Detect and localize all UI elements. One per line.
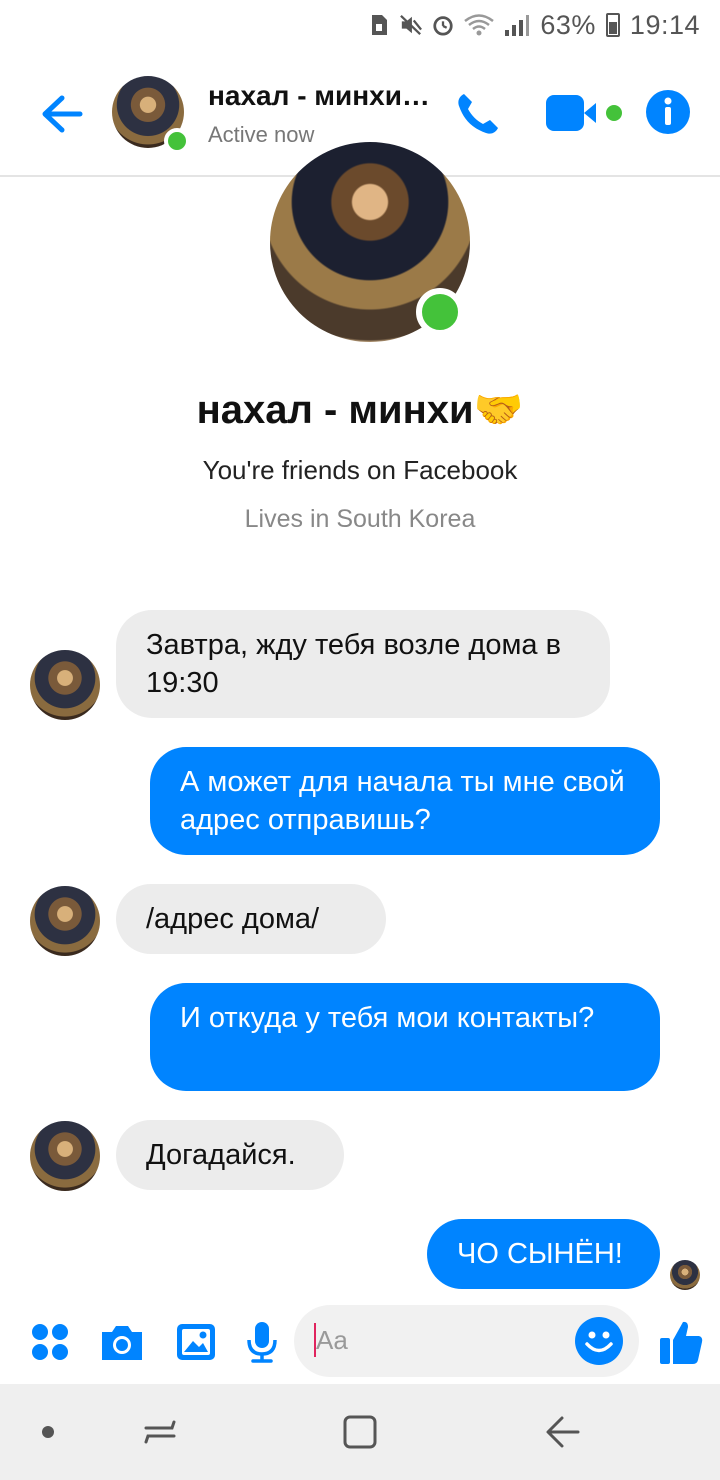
sender-avatar[interactable]	[30, 886, 100, 956]
profile-name: нахал - минхи🤝	[196, 388, 524, 432]
gallery-button[interactable]	[170, 1314, 222, 1370]
message-input[interactable]: Aa	[294, 1305, 639, 1377]
seen-receipt-avatar	[670, 1260, 700, 1290]
location-text: Lives in South Korea	[244, 505, 476, 533]
alarm-icon	[432, 14, 454, 36]
incoming-message[interactable]: /адрес дома/	[116, 884, 386, 954]
video-call-button[interactable]	[544, 90, 626, 136]
home-icon	[343, 1415, 377, 1449]
like-button[interactable]	[654, 1314, 708, 1370]
profile-avatar[interactable]	[270, 142, 470, 342]
incoming-message[interactable]: Догадайся.	[116, 1120, 344, 1190]
outgoing-message[interactable]: А может для начала ты мне свой адрес отп…	[150, 747, 660, 855]
home-button[interactable]	[336, 1408, 384, 1456]
avatar-image	[670, 1260, 700, 1290]
emoji-button[interactable]	[575, 1317, 623, 1365]
battery-icon	[605, 13, 620, 37]
profile-online-indicator	[416, 288, 464, 336]
battery-percent: 63%	[540, 9, 596, 40]
status-bar: 63% 19:14	[0, 0, 720, 50]
clock: 19:14	[629, 9, 700, 40]
info-button[interactable]	[644, 88, 692, 136]
back-button[interactable]	[34, 86, 90, 142]
message-placeholder: Aa	[316, 1325, 348, 1355]
nav-dot-button[interactable]	[24, 1408, 72, 1456]
active-status: Active now	[208, 122, 315, 147]
emoji-icon	[585, 1331, 613, 1353]
online-indicator	[164, 128, 190, 154]
camera-icon	[102, 1326, 142, 1360]
contact-name[interactable]: нахал - минхи…	[208, 80, 448, 112]
camera-button[interactable]	[96, 1314, 148, 1370]
avatar-image	[30, 886, 100, 956]
video-camera-icon	[546, 95, 622, 131]
signal-icon	[504, 14, 530, 36]
avatar-image	[30, 650, 100, 720]
gallery-icon	[177, 1324, 215, 1360]
contact-avatar[interactable]	[112, 76, 190, 154]
system-back-button[interactable]	[538, 1408, 586, 1456]
sim-icon	[368, 14, 390, 36]
apps-icon	[32, 1324, 68, 1360]
thumbs-up-icon	[660, 1321, 703, 1364]
outgoing-message[interactable]: ЧО СЫНЁН!	[427, 1219, 660, 1289]
phone-icon	[458, 94, 498, 134]
back-icon	[546, 1416, 580, 1448]
voice-call-button[interactable]	[450, 86, 506, 142]
sender-avatar[interactable]	[30, 1121, 100, 1191]
back-arrow-icon	[42, 95, 83, 133]
recents-button[interactable]	[136, 1408, 184, 1456]
friends-status: You're friends on Facebook	[202, 455, 518, 485]
sender-avatar[interactable]	[30, 650, 100, 720]
outgoing-message[interactable]: И откуда у тебя мои контакты?	[150, 983, 660, 1091]
wifi-icon	[464, 14, 495, 36]
incoming-message[interactable]: Завтра, жду тебя возле дома в 19:30	[116, 610, 610, 718]
voice-message-button[interactable]	[236, 1314, 288, 1370]
microphone-icon	[247, 1322, 277, 1363]
message-composer: Aa	[0, 1300, 720, 1384]
system-navigation-bar	[0, 1384, 720, 1480]
nav-dot-icon	[42, 1426, 54, 1438]
recents-icon	[144, 1420, 176, 1444]
info-icon	[646, 90, 690, 134]
apps-button[interactable]	[24, 1314, 76, 1370]
avatar-image	[30, 1121, 100, 1191]
mute-icon	[400, 14, 423, 36]
